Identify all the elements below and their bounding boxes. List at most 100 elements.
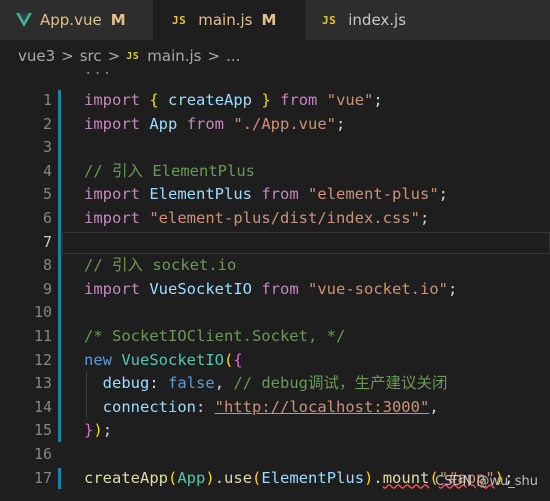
code-token: {	[149, 91, 159, 109]
code-text: import "element-plus/dist/index.css";	[84, 207, 429, 231]
code-line[interactable]: 2 import App from "./App.vue";	[0, 113, 550, 137]
tab-app-vue[interactable]: App.vue M	[0, 0, 154, 40]
code-token: "http://localhost:3000"	[214, 397, 430, 416]
code-token: :	[196, 397, 215, 416]
breadcrumb: vue3 > src > JS main.js > ...	[0, 40, 550, 72]
tab-main-js[interactable]: JS main.js M	[154, 0, 305, 40]
code-line[interactable]: 7	[0, 231, 550, 255]
code-token: ;	[373, 91, 383, 109]
code-token: (	[224, 350, 234, 369]
code-token: connection	[102, 397, 196, 416]
breadcrumb-item-src[interactable]: src	[80, 47, 102, 65]
code-line[interactable]: 14 connection: "http://localhost:3000",	[0, 396, 550, 420]
tab-label: main.js	[198, 11, 253, 29]
code-token: }	[84, 421, 94, 440]
line-number: 3	[42, 138, 52, 157]
code-token: {	[233, 350, 243, 369]
current-line-highlight	[62, 231, 550, 254]
code-line[interactable]: 1 import { createApp } from "vue";	[0, 89, 550, 113]
code-token: )	[364, 468, 374, 487]
code-token: .	[373, 468, 383, 487]
line-number: 1	[42, 91, 52, 109]
code-text: // 引入 ElementPlus	[84, 160, 255, 184]
tab-index-js[interactable]: JS index.js	[305, 0, 550, 40]
breadcrumb-item-file[interactable]: main.js	[147, 47, 201, 65]
code-token: import	[84, 279, 140, 298]
code-line[interactable]: 15});	[0, 419, 550, 443]
code-line[interactable]: 16	[0, 443, 550, 467]
code-token: ;	[448, 279, 458, 298]
line-number: 13	[33, 374, 52, 393]
code-token: ,	[214, 374, 234, 393]
code-token: import	[84, 91, 140, 109]
code-token: "vue"	[326, 91, 374, 109]
code-token: App	[149, 114, 178, 133]
code-line[interactable]: 13 debug: false, // debug调试，生产建议关闭	[0, 372, 550, 396]
code-token: (	[252, 468, 262, 487]
code-line[interactable]: 5 import ElementPlus from "element-plus";	[0, 183, 550, 207]
code-line[interactable]: 8 // 引入 socket.io	[0, 254, 550, 278]
code-token: use	[224, 468, 253, 487]
code-text: import { createApp } from "vue";	[84, 89, 383, 113]
modified-badge: M	[261, 11, 277, 29]
line-number: 11	[33, 327, 52, 345]
line-number: 7	[42, 232, 52, 251]
code-token: (	[168, 468, 178, 487]
line-number: 10	[33, 303, 52, 322]
line-number: 17	[33, 468, 52, 487]
code-text: /* SocketIOClient.Socket, */	[84, 325, 345, 349]
code-text: debug: false, // debug调试，生产建议关闭	[84, 372, 448, 396]
code-text: connection: "http://localhost:3000",	[84, 396, 439, 420]
code-line[interactable]: 12 new VueSocketIO({	[0, 349, 550, 373]
code-line[interactable]: 11 /* SocketIOClient.Socket, */	[0, 325, 550, 349]
code-token: ;	[336, 114, 346, 133]
code-token: import	[84, 114, 140, 133]
code-token: )	[205, 468, 215, 487]
line-number: 16	[33, 445, 52, 463]
line-number: 5	[42, 185, 52, 204]
code-line[interactable]: 9 import VueSocketIO from "vue-socket.io"…	[0, 278, 550, 302]
code-line[interactable]: 4 // 引入 ElementPlus	[0, 160, 550, 184]
code-token: from	[280, 91, 318, 109]
code-text: import ElementPlus from "element-plus";	[84, 183, 448, 207]
code-token: ,	[429, 397, 439, 416]
code-token: // 引入 ElementPlus	[84, 161, 255, 180]
code-token: }	[261, 91, 271, 109]
line-number: 8	[42, 256, 52, 275]
code-editor[interactable]: ··· 1 import { createApp } from "vue"; 2 im…	[0, 66, 550, 501]
breadcrumb-separator: >	[107, 47, 121, 65]
code-token: ;	[102, 421, 113, 440]
js-file-icon: JS	[322, 13, 337, 27]
breadcrumb-item-vue3[interactable]: vue3	[18, 47, 55, 65]
line-number: 14	[33, 397, 52, 416]
code-token: ;	[438, 185, 449, 204]
editor-tab-bar: App.vue M JS main.js M JS index.js	[0, 0, 550, 40]
code-token: ElementPlus	[149, 185, 252, 204]
modified-badge: M	[110, 11, 126, 29]
code-token: createApp	[84, 468, 168, 487]
code-token: new	[84, 350, 112, 369]
folded-region-indicator[interactable]: ···	[84, 66, 112, 82]
code-line[interactable]: 3	[0, 136, 550, 160]
code-token: from	[261, 185, 299, 204]
breadcrumb-item-symbols[interactable]: ...	[226, 47, 240, 65]
line-number: 12	[33, 350, 52, 369]
breadcrumb-separator: >	[61, 47, 74, 65]
code-token: "element-plus/dist/index.css"	[149, 209, 420, 227]
code-line[interactable]: 10	[0, 301, 550, 325]
code-line[interactable]: 6 import "element-plus/dist/index.css";	[0, 207, 550, 231]
code-text: import App from "./App.vue";	[84, 113, 345, 137]
